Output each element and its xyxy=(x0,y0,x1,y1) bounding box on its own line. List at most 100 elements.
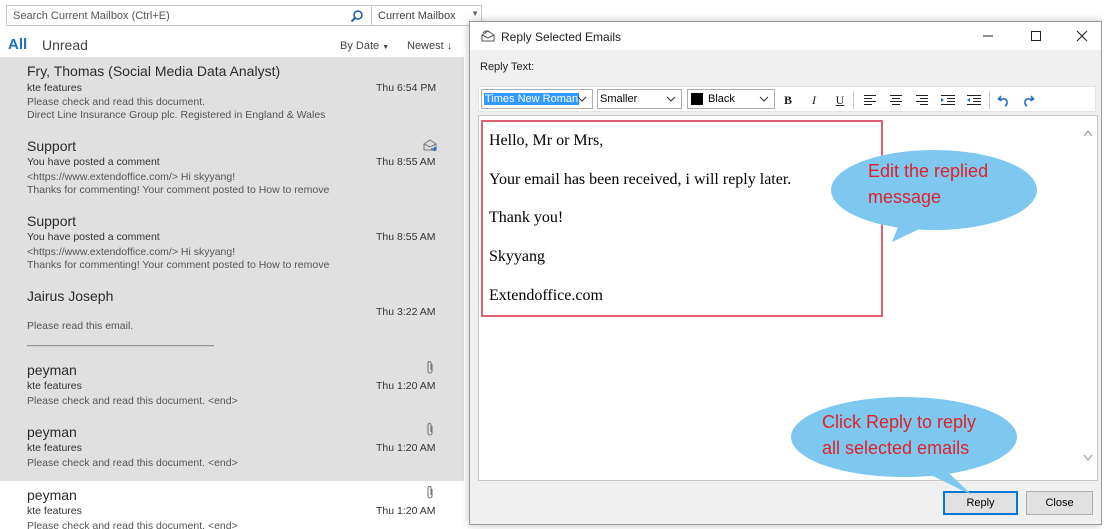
list-item[interactable]: Jairus Joseph Thu 3:22 AM Please read th… xyxy=(0,282,464,357)
message-preview: Direct Line Insurance Group plc. Registe… xyxy=(27,109,326,121)
message-time: Thu 1:20 AM xyxy=(376,442,436,454)
screen: Search Current Mailbox (Ctrl+E) Current … xyxy=(0,0,1109,529)
message-preview: <https://www.extendoffice.com/> Hi skyya… xyxy=(27,171,236,183)
filter-unread[interactable]: Unread xyxy=(42,37,88,53)
message-time: Thu 1:20 AM xyxy=(376,505,436,517)
search-input[interactable]: Search Current Mailbox (Ctrl+E) xyxy=(7,6,365,25)
list-item[interactable]: peyman kte features Thu 1:20 AM Please c… xyxy=(0,481,464,529)
message-preview: Please read this email. xyxy=(27,320,134,332)
font-size-select[interactable]: Smaller xyxy=(597,89,682,109)
search-scope-dropdown[interactable]: Current Mailbox ▼ xyxy=(371,6,483,25)
maximize-icon[interactable] xyxy=(1013,22,1059,50)
list-item[interactable]: peyman kte features Thu 1:20 AM Please c… xyxy=(0,357,464,419)
toolbar-divider xyxy=(853,91,854,109)
message-sender: Jairus Joseph xyxy=(27,288,114,304)
message-subject: kte features xyxy=(27,505,82,517)
message-time: Thu 6:54 PM xyxy=(376,82,437,94)
message-sender: Support xyxy=(27,213,77,229)
font-family-select[interactable]: Times New Roman xyxy=(481,89,593,109)
align-left-icon[interactable] xyxy=(861,91,879,109)
vertical-scrollbar[interactable] xyxy=(1079,116,1097,480)
redo-icon[interactable] xyxy=(1019,91,1037,109)
callout-line: Edit the replied xyxy=(868,161,989,181)
chevron-down-icon xyxy=(576,93,588,105)
reply-text-label: Reply Text: xyxy=(480,61,535,73)
font-size-value: Smaller xyxy=(600,93,638,105)
reply-forward-icon xyxy=(422,137,438,153)
message-preview: Please check and read this document. <en… xyxy=(27,520,238,529)
message-line: Extendoffice.com xyxy=(489,287,603,304)
message-time: Thu 8:55 AM xyxy=(376,156,436,168)
message-preview: Thanks for commenting! Your comment post… xyxy=(27,259,330,271)
sort-by-label: By Date xyxy=(340,40,380,52)
message-time: Thu 8:55 AM xyxy=(376,231,436,243)
underline-icon[interactable]: U xyxy=(831,91,849,109)
message-subject: kte features xyxy=(27,442,82,454)
dialog-titlebar[interactable]: Reply Selected Emails xyxy=(470,22,1101,50)
list-item[interactable]: Support You have posted a comment Thu 8:… xyxy=(0,132,464,207)
callout-line: Click Reply to reply xyxy=(822,412,977,432)
message-sender: Fry, Thomas (Social Media Data Analyst) xyxy=(27,63,281,79)
sort-order-label: Newest xyxy=(407,40,444,52)
filter-bar: All Unread By Date ▼ Newest ↓ xyxy=(0,34,464,56)
filter-all[interactable]: All xyxy=(8,36,27,53)
format-toolbar: Times New Roman Smaller Black B I U xyxy=(478,86,1096,112)
align-center-icon[interactable] xyxy=(887,91,905,109)
message-preview: <https://www.extendoffice.com/> Hi skyya… xyxy=(27,246,236,258)
dialog-title: Reply Selected Emails xyxy=(501,30,622,44)
message-sender: peyman xyxy=(27,487,77,503)
message-sender: Support xyxy=(27,138,77,154)
list-item[interactable]: Support You have posted a comment Thu 8:… xyxy=(0,207,464,282)
message-line: Skyyang xyxy=(489,248,545,265)
arrow-down-icon: ↓ xyxy=(446,40,453,52)
message-line: Hello, Mr or Mrs, xyxy=(489,132,604,149)
bold-icon[interactable]: B xyxy=(779,91,797,109)
close-button[interactable]: Close xyxy=(1026,491,1093,515)
indent-icon[interactable] xyxy=(939,91,957,109)
message-time: Thu 1:20 AM xyxy=(376,380,436,392)
message-list: Fry, Thomas (Social Media Data Analyst) … xyxy=(0,57,464,529)
outdent-icon[interactable] xyxy=(965,91,983,109)
sort-order[interactable]: Newest ↓ xyxy=(407,40,452,52)
list-item[interactable]: Fry, Thomas (Social Media Data Analyst) … xyxy=(0,57,464,132)
paperclip-icon xyxy=(422,360,438,376)
message-preview: Please check and read this document. <en… xyxy=(27,395,238,407)
message-preview: Please check and read this document. xyxy=(27,96,206,108)
message-line: Thank you! xyxy=(489,209,564,226)
paperclip-icon xyxy=(422,422,438,438)
message-subject: You have posted a comment xyxy=(27,231,160,243)
undo-icon[interactable] xyxy=(995,91,1013,109)
close-icon[interactable] xyxy=(1059,22,1105,50)
font-color-value: Black xyxy=(708,93,735,105)
callout-edit-text: Edit the replied message xyxy=(868,158,988,210)
search-scope-label: Current Mailbox xyxy=(378,9,456,22)
color-swatch xyxy=(691,93,703,105)
message-preview: Thanks for commenting! Your comment post… xyxy=(27,184,330,196)
message-subject: kte features xyxy=(27,82,82,94)
message-preview: ________________________________ xyxy=(27,335,214,347)
italic-icon[interactable]: I xyxy=(805,91,823,109)
message-preview: Please check and read this document. <en… xyxy=(27,457,238,469)
paperclip-icon xyxy=(422,485,438,501)
callout-line: message xyxy=(868,187,942,207)
search-icon[interactable] xyxy=(341,6,373,25)
toolbar-divider xyxy=(989,91,990,109)
chevron-down-icon xyxy=(665,93,677,105)
sort-by-date[interactable]: By Date ▼ xyxy=(340,40,389,52)
message-subject: You have posted a comment xyxy=(27,156,160,168)
envelope-icon xyxy=(480,28,496,44)
callout-line: all selected emails xyxy=(822,438,970,458)
font-color-select[interactable]: Black xyxy=(687,89,775,109)
search-bar: Search Current Mailbox (Ctrl+E) Current … xyxy=(6,5,482,26)
message-sender: peyman xyxy=(27,424,77,440)
message-line: Your email has been received, i will rep… xyxy=(489,171,792,188)
font-family-value: Times New Roman xyxy=(484,93,580,105)
chevron-down-icon xyxy=(758,93,770,105)
minimize-icon[interactable] xyxy=(965,22,1011,50)
list-item[interactable]: peyman kte features Thu 1:20 AM Please c… xyxy=(0,419,464,481)
align-right-icon[interactable] xyxy=(913,91,931,109)
callout-reply-text: Click Reply to reply all selected emails xyxy=(822,409,976,461)
chevron-down-icon: ▼ xyxy=(471,9,479,18)
message-time: Thu 3:22 AM xyxy=(376,306,436,318)
message-sender: peyman xyxy=(27,362,77,378)
